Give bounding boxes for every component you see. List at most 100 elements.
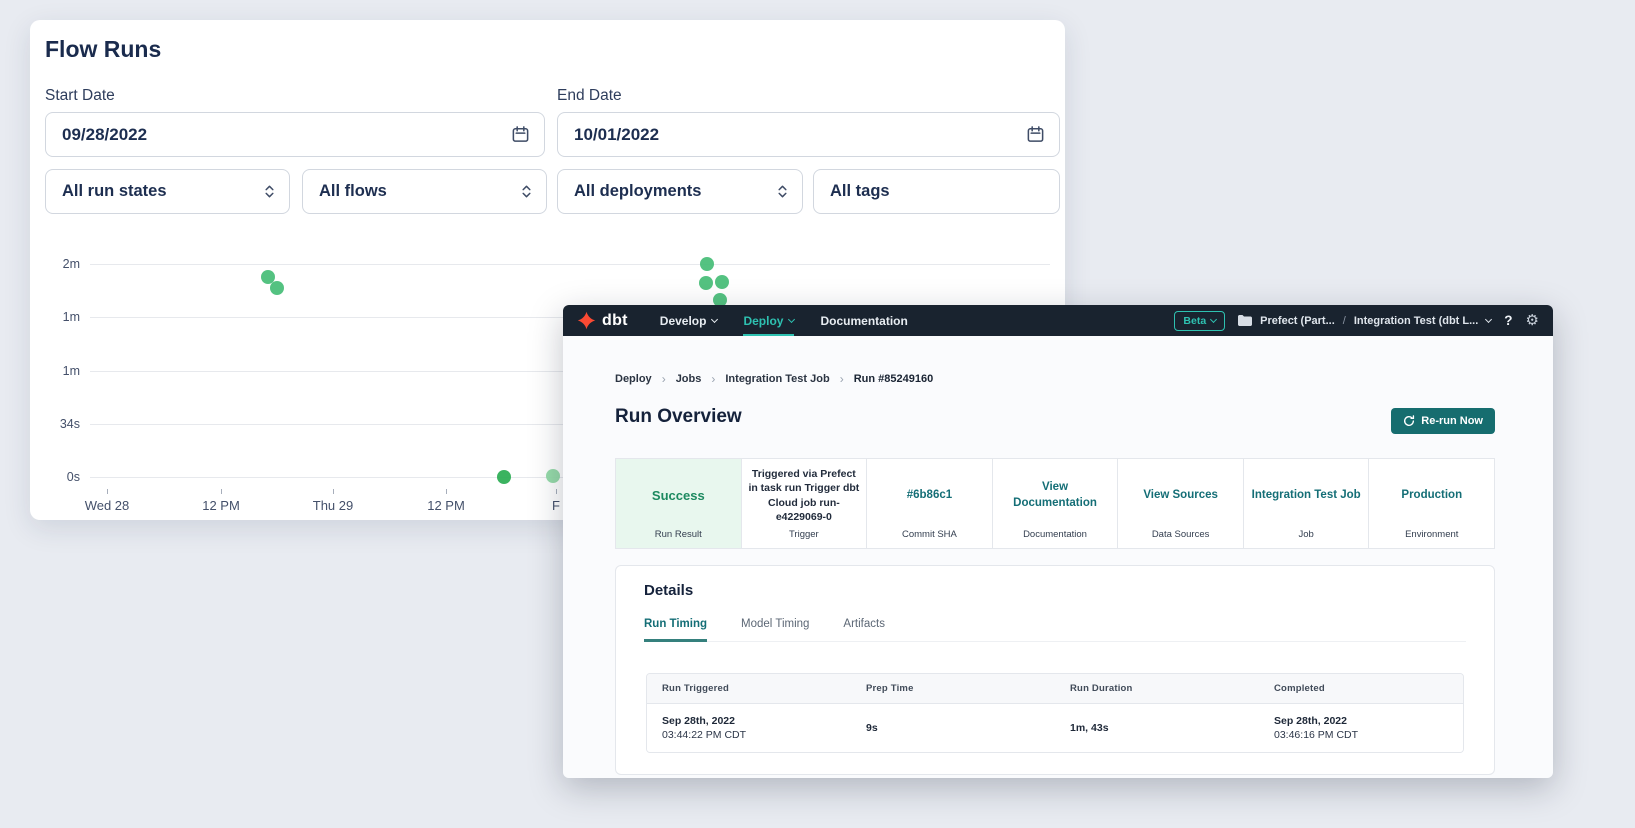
breadcrumb-separator: › [711,372,715,386]
filter-deployments[interactable]: All deployments [557,169,803,214]
project-env-picker[interactable]: Prefect (Part... / Integration Test (dbt… [1238,315,1491,327]
col-completed: Completed [1259,683,1463,694]
rerun-now-button[interactable]: Re-run Now [1391,408,1495,434]
details-panel: Details Run Timing Model Timing Artifact… [615,565,1495,775]
chevron-down-icon [1210,315,1217,322]
filter-tags-label: All tags [830,182,890,201]
dbt-logo[interactable]: dbt [577,311,628,330]
chevrons-updown-icon [264,183,275,200]
x-axis-tick-label: Thu 29 [313,498,353,513]
x-axis-tick [107,489,108,494]
cell-prep-time: 9s [851,722,1055,734]
job-link[interactable]: Integration Test Job [1252,488,1361,504]
y-axis-tick-label: 1m [32,310,80,324]
col-run-duration: Run Duration [1055,683,1259,694]
data-sources-label: Data Sources [1118,529,1243,540]
filter-deployments-label: All deployments [574,182,701,201]
tab-run-timing[interactable]: Run Timing [644,618,707,642]
calendar-icon[interactable] [1026,125,1045,144]
chart-gridline [90,264,1050,265]
flow-run-point[interactable] [715,275,729,289]
cell-run-duration: 1m, 43s [1055,722,1259,734]
start-date-input[interactable] [45,112,545,157]
view-sources-link[interactable]: View Sources [1143,488,1218,504]
end-date-value[interactable] [574,125,1026,145]
gear-icon[interactable]: ⚙ [1526,313,1539,328]
completed-date: Sep 28th, 2022 [1274,715,1463,727]
run-duration-value: 1m, 43s [1070,722,1259,734]
environment-link[interactable]: Production [1401,488,1462,504]
dbt-main-nav: Develop Deploy Documentation [660,305,908,336]
run-triggered-date: Sep 28th, 2022 [662,715,851,727]
chevron-down-icon [1485,315,1492,322]
start-date-value[interactable] [62,125,511,145]
card-environment[interactable]: Production Environment [1368,459,1494,548]
card-trigger: Triggered via Prefect in task run Trigge… [741,459,867,548]
desktop-background: Flow Runs Start Date End Date All run st… [0,0,1635,828]
cell-completed: Sep 28th, 2022 03:46:16 PM CDT [1259,715,1463,741]
breadcrumb-deploy[interactable]: Deploy [615,373,652,385]
end-date-label: End Date [557,87,622,105]
flow-run-point[interactable] [700,257,714,271]
beta-label: Beta [1183,315,1206,327]
run-summary-cards: Success Run Result Triggered via Prefect… [615,458,1495,549]
x-axis-tick-label: F [552,498,560,513]
nav-item-deploy[interactable]: Deploy [743,305,794,336]
trigger-label: Trigger [742,529,867,540]
x-axis-tick [556,489,557,494]
breadcrumb-separator: › [840,372,844,386]
project-name[interactable]: Prefect (Part... [1260,315,1335,327]
calendar-icon[interactable] [511,125,530,144]
beta-dropdown[interactable]: Beta [1174,311,1225,331]
folder-icon [1238,315,1252,326]
y-axis-tick-label: 34s [32,417,80,431]
tab-artifacts[interactable]: Artifacts [843,618,885,642]
flow-run-point[interactable] [699,276,713,290]
environment-label: Environment [1369,529,1494,540]
chevrons-updown-icon [521,183,532,200]
end-date-input[interactable] [557,112,1060,157]
filter-run-states[interactable]: All run states [45,169,290,214]
tab-model-timing[interactable]: Model Timing [741,618,809,642]
details-tabs: Run Timing Model Timing Artifacts [644,618,1466,642]
x-axis-tick [333,489,334,494]
refresh-icon [1403,415,1415,427]
documentation-label: Documentation [993,529,1118,540]
job-label: Job [1244,529,1369,540]
breadcrumb-job-name[interactable]: Integration Test Job [725,373,829,385]
prep-time-value: 9s [866,722,1055,734]
commit-sha-label: Commit SHA [867,529,992,540]
nav-item-develop[interactable]: Develop [660,305,718,336]
card-commit-sha[interactable]: #6b86c1 Commit SHA [866,459,992,548]
nav-develop-label: Develop [660,314,707,328]
cell-run-triggered: Sep 28th, 2022 03:44:22 PM CDT [647,715,851,741]
filter-run-states-label: All run states [62,182,167,201]
environment-name[interactable]: Integration Test (dbt L... [1354,315,1478,327]
y-axis-tick-label: 1m [32,364,80,378]
run-result-value: Success [652,487,705,505]
card-run-result: Success Run Result [616,459,741,548]
filter-tags[interactable]: All tags [813,169,1060,214]
commit-sha-link[interactable]: #6b86c1 [907,488,952,504]
nav-item-documentation[interactable]: Documentation [820,305,907,336]
flow-run-point[interactable] [270,281,284,295]
card-data-sources[interactable]: View Sources Data Sources [1117,459,1243,548]
flow-run-point[interactable] [546,469,560,483]
breadcrumb-separator: › [662,372,666,386]
breadcrumb: Deploy › Jobs › Integration Test Job › R… [615,372,933,386]
dbt-logo-icon [577,311,596,330]
nav-documentation-label: Documentation [820,314,907,328]
flow-run-point[interactable] [497,470,511,484]
x-axis-tick-label: 12 PM [427,498,465,513]
breadcrumb-jobs[interactable]: Jobs [676,373,702,385]
dbt-header-right: Beta Prefect (Part... / Integration Test… [1174,311,1539,331]
table-row: Sep 28th, 2022 03:44:22 PM CDT 9s 1m, 43… [647,704,1463,752]
trigger-value: Triggered via Prefect in task run Trigge… [748,467,861,524]
view-documentation-link[interactable]: View Documentation [999,480,1112,511]
help-icon[interactable]: ? [1504,313,1512,328]
filter-flows[interactable]: All flows [302,169,547,214]
col-prep-time: Prep Time [851,683,1055,694]
y-axis-tick-label: 0s [32,470,80,484]
card-documentation[interactable]: View Documentation Documentation [992,459,1118,548]
card-job[interactable]: Integration Test Job Job [1243,459,1369,548]
